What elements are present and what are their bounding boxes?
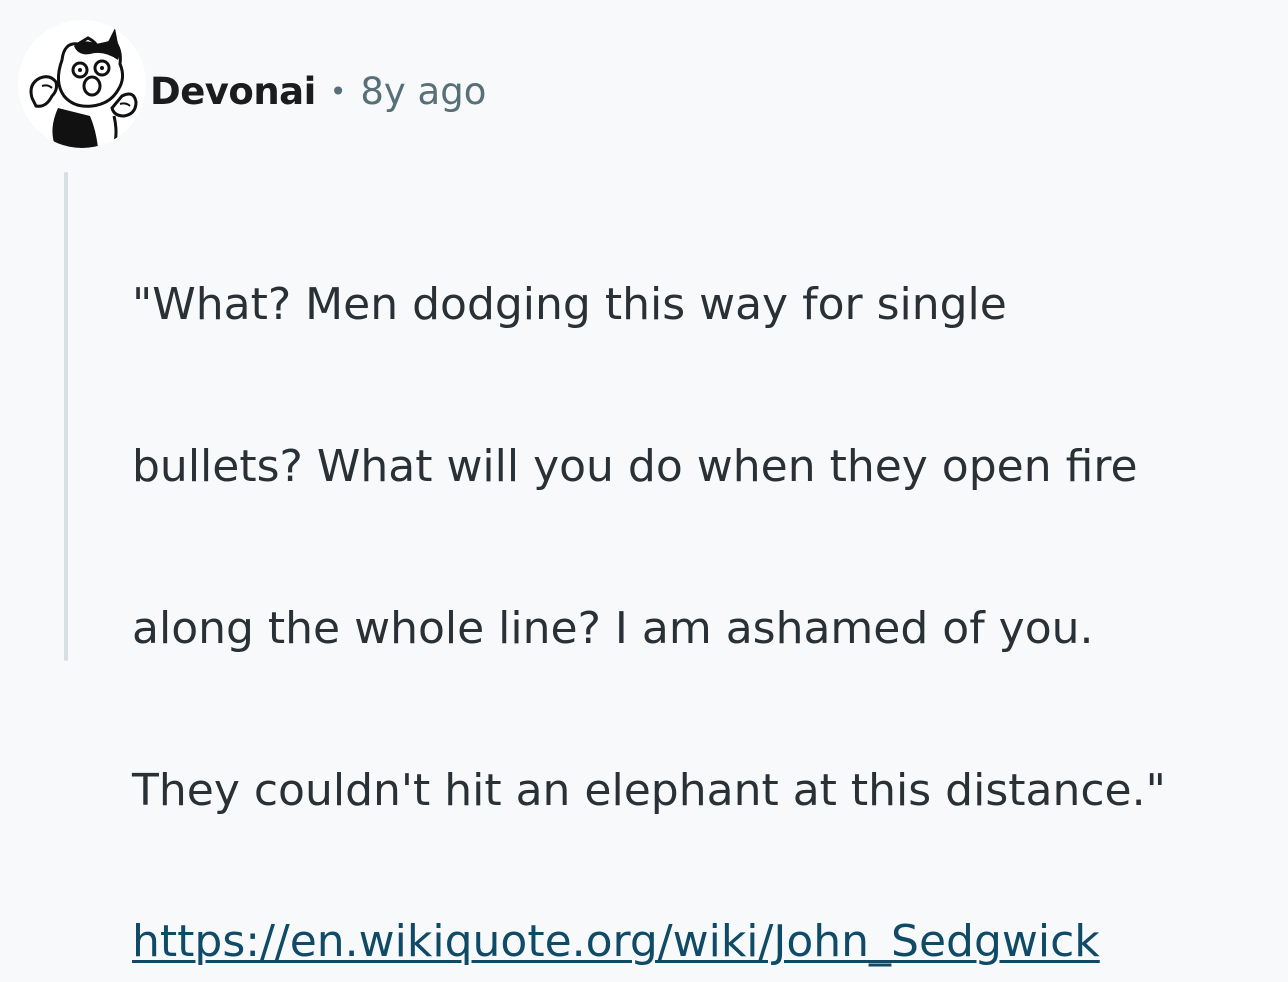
timestamp[interactable]: 8y ago [360, 70, 486, 113]
link-paragraph: https://en.wikiquote.org/wiki/John_Sedgw… [132, 901, 1282, 982]
username-link[interactable]: Devonai [150, 70, 316, 113]
user-avatar[interactable] [18, 20, 146, 148]
comment-body: "What? Men dodging this way for single b… [132, 183, 1282, 982]
comment-meta: Devonai • 8y ago [150, 66, 486, 116]
wikiquote-link[interactable]: https://en.wikiquote.org/wiki/John_Sedgw… [132, 916, 1100, 967]
quote-line: They couldn't hit an elephant at this di… [132, 765, 1166, 816]
quote-line: along the whole line? I am ashamed of yo… [132, 603, 1094, 654]
separator-dot: • [329, 74, 347, 108]
comment: Devonai • 8y ago "What? Men dodging this… [0, 0, 1288, 967]
thread-collapse-line[interactable] [64, 172, 68, 661]
quote-line: "What? Men dodging this way for single [132, 279, 1007, 330]
comment-quote: "What? Men dodging this way for single b… [132, 183, 1282, 831]
quote-line: bullets? What will you do when they open… [132, 441, 1138, 492]
cat-avatar-icon [29, 28, 138, 148]
